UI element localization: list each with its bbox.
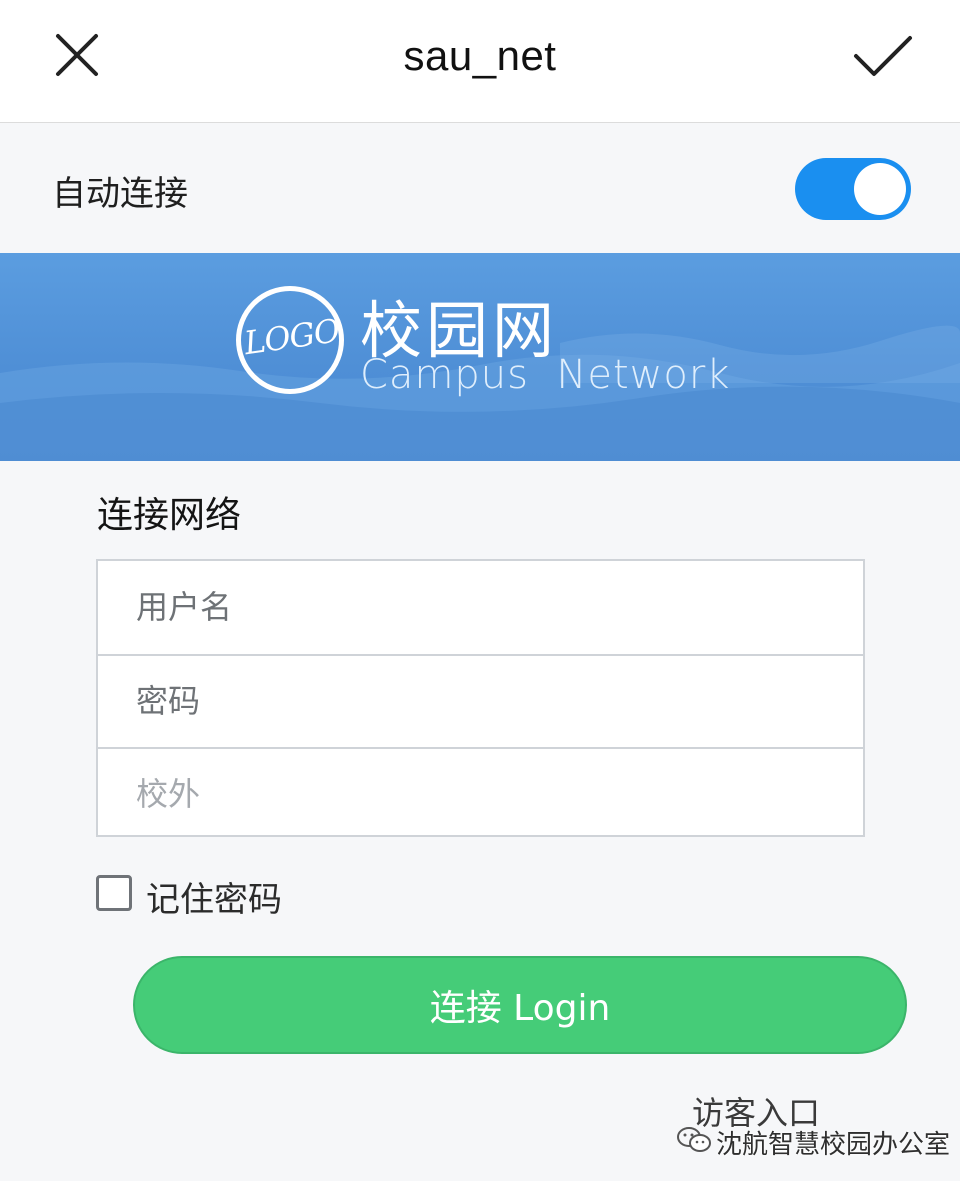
- section-title: 连接网络: [97, 495, 242, 536]
- watermark-text: 沈航智慧校园办公室: [716, 1130, 951, 1160]
- remember-label: 记住密码: [146, 880, 282, 920]
- location-select[interactable]: [98, 747, 863, 839]
- login-form: [96, 559, 865, 839]
- page-title: sau_net: [403, 32, 557, 79]
- password-input[interactable]: [98, 654, 863, 746]
- banner-title-en: Campus Network: [360, 352, 731, 398]
- auto-connect-label: 自动连接: [52, 174, 188, 214]
- toggle-knob: [854, 163, 906, 215]
- wechat-icon: [677, 1127, 711, 1152]
- check-icon[interactable]: [852, 34, 914, 80]
- remember-checkbox[interactable]: [96, 875, 132, 911]
- auto-connect-toggle[interactable]: [795, 158, 911, 220]
- login-button[interactable]: 连接 Login: [133, 956, 907, 1054]
- title-bar: sau_net: [0, 0, 960, 123]
- username-input[interactable]: [98, 561, 863, 653]
